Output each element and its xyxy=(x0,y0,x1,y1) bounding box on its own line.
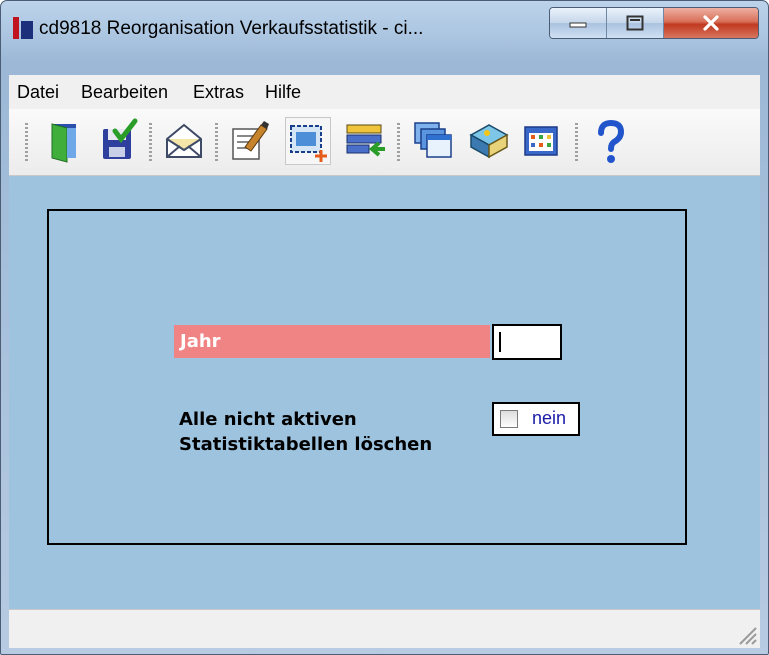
windows-icon xyxy=(414,122,452,158)
delete-inactive-label-line1: Alle nicht aktiven xyxy=(179,409,357,430)
toolbar-separator xyxy=(215,123,218,163)
windows-button[interactable] xyxy=(409,117,455,165)
new-record-button[interactable] xyxy=(285,117,331,165)
new-record-icon xyxy=(290,125,327,162)
form-area: Jahr Alle nicht aktiven Statistiktabelle… xyxy=(9,176,760,609)
toolbar-separator xyxy=(149,123,152,163)
delete-inactive-value: nein xyxy=(532,408,567,428)
toolbar-separator xyxy=(397,123,400,163)
mail-envelope-icon xyxy=(166,123,202,158)
menu-extras[interactable]: Extras xyxy=(193,75,244,109)
table-button[interactable] xyxy=(519,117,565,165)
app-icon xyxy=(13,17,33,39)
menu-datei[interactable]: Datei xyxy=(17,75,59,109)
import-list-icon xyxy=(346,124,385,157)
title-bar[interactable]: cd9818 Reorganisation Verkaufsstatistik … xyxy=(1,1,768,41)
book-button[interactable] xyxy=(465,117,511,165)
jahr-label: Jahr xyxy=(174,325,490,358)
caption-buttons xyxy=(549,7,759,39)
exit-button[interactable] xyxy=(41,117,87,165)
status-bar xyxy=(9,609,760,648)
mail-button[interactable] xyxy=(161,117,207,165)
text-caret xyxy=(499,332,501,352)
menu-bar: Datei Bearbeiten Extras Hilfe xyxy=(9,75,760,110)
toolbar-separator xyxy=(575,123,578,163)
close-button[interactable] xyxy=(664,8,758,38)
import-button[interactable] xyxy=(343,117,389,165)
table-grid-icon xyxy=(524,126,558,156)
delete-inactive-label-line2: Statistiktabellen löschen xyxy=(179,434,433,455)
maximize-button[interactable] xyxy=(607,8,664,38)
delete-inactive-checkbox[interactable] xyxy=(500,410,518,428)
close-icon xyxy=(703,15,719,31)
save-check-icon xyxy=(103,118,138,159)
toolbar xyxy=(9,109,760,176)
book-icon xyxy=(469,124,509,159)
toolbar-grip xyxy=(25,123,28,163)
app-window: cd9818 Reorganisation Verkaufsstatistik … xyxy=(0,0,769,655)
delete-inactive-label: Alle nicht aktiven Statistiktabellen lös… xyxy=(179,407,432,457)
minimize-button[interactable] xyxy=(550,8,607,38)
minimize-icon xyxy=(569,22,587,28)
jahr-input[interactable] xyxy=(492,324,562,360)
edit-button[interactable] xyxy=(227,117,273,165)
edit-document-icon xyxy=(232,121,269,160)
help-button[interactable] xyxy=(587,117,633,165)
window-title: cd9818 Reorganisation Verkaufsstatistik … xyxy=(39,18,424,39)
menu-bearbeiten[interactable]: Bearbeiten xyxy=(81,75,168,109)
form-frame: Jahr Alle nicht aktiven Statistiktabelle… xyxy=(47,209,687,545)
delete-inactive-checkbox-field[interactable]: nein xyxy=(492,402,580,436)
maximize-icon xyxy=(626,15,644,31)
exit-door-icon xyxy=(51,123,76,163)
help-icon xyxy=(598,119,625,163)
menu-hilfe[interactable]: Hilfe xyxy=(265,75,301,109)
resize-grip-icon[interactable] xyxy=(734,622,758,646)
save-button[interactable] xyxy=(95,117,141,165)
